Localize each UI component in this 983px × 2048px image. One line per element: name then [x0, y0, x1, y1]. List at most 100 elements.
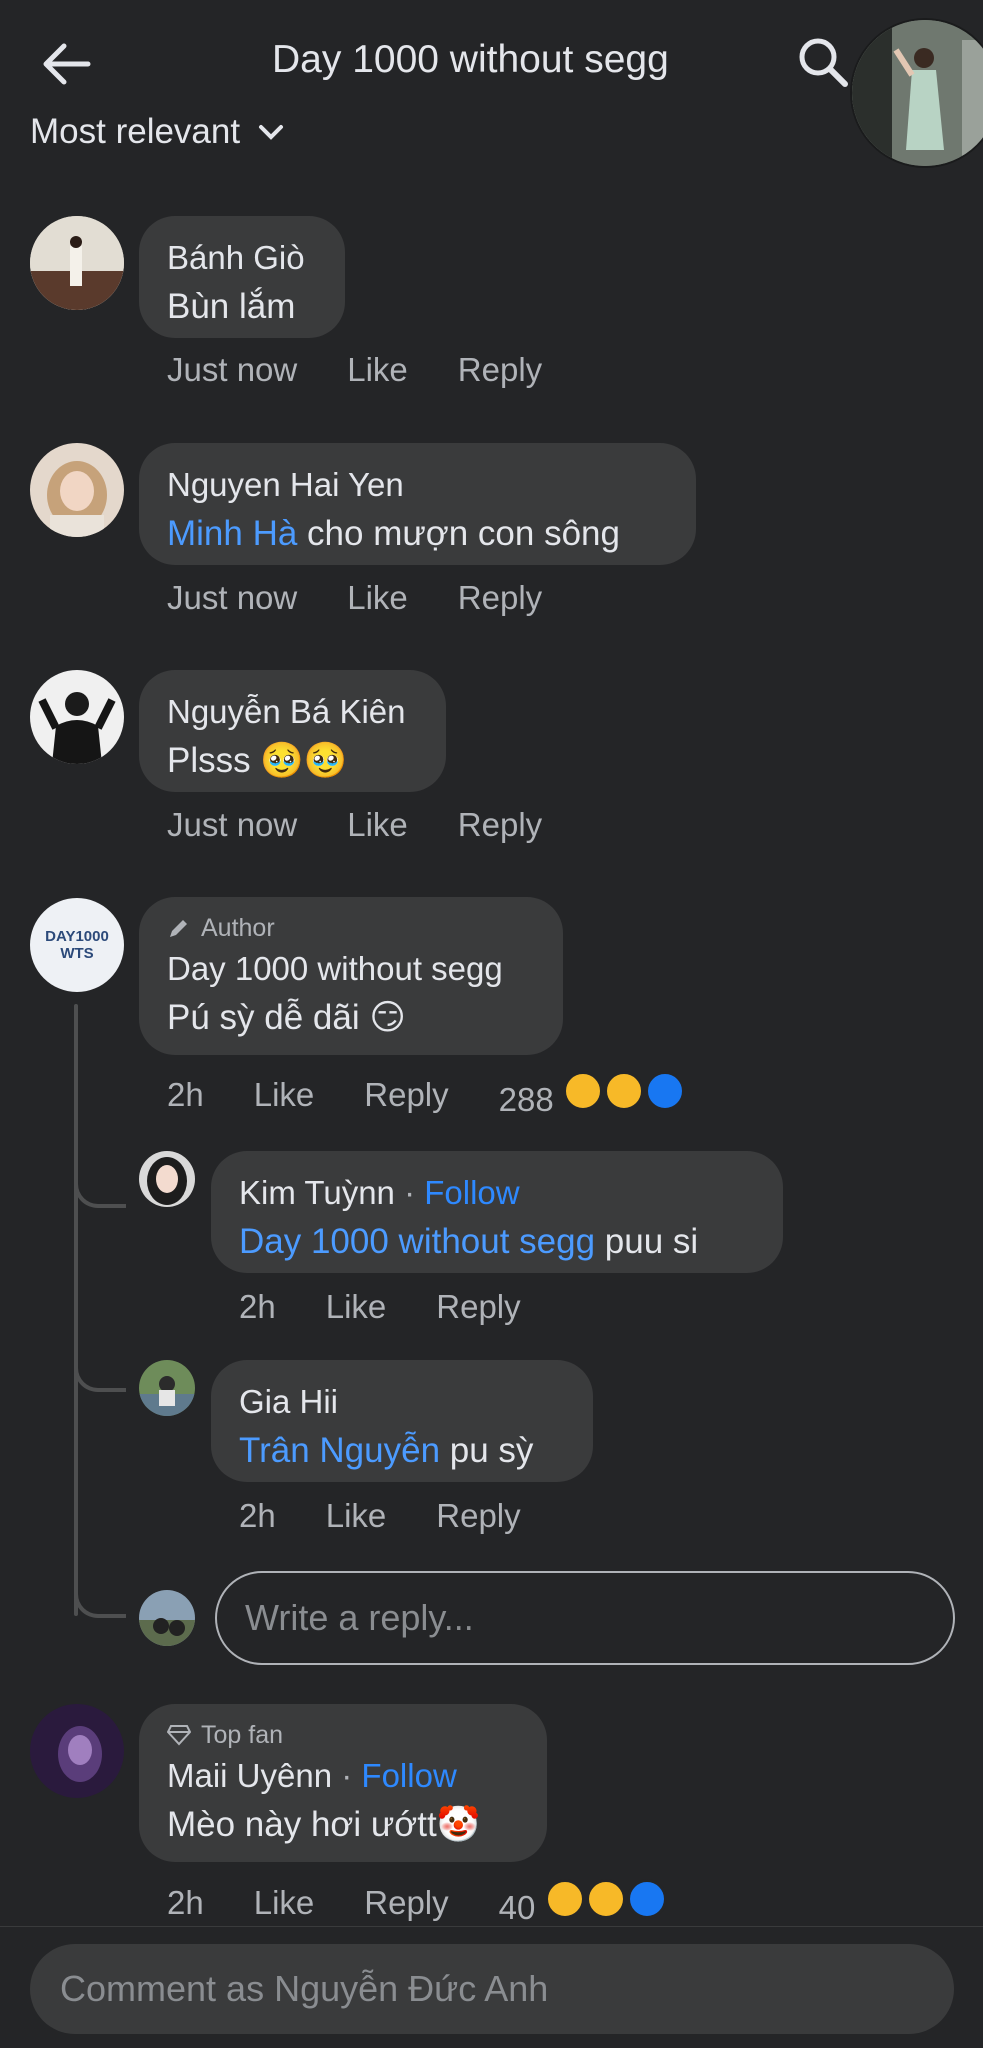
profile-avatar[interactable] — [850, 18, 983, 168]
mention-link[interactable]: Trân Nguyễn — [239, 1431, 440, 1470]
search-icon — [799, 38, 848, 87]
reactions[interactable]: 288 — [499, 1071, 686, 1119]
mention-link[interactable]: Day 1000 without segg — [239, 1222, 595, 1261]
comment-actions: 2h Like Reply 40 — [167, 1879, 667, 1927]
reactions[interactable]: 40 — [499, 1879, 667, 1927]
reply-time: 2h — [239, 1288, 276, 1325]
thread-branch — [74, 1586, 126, 1618]
back-button[interactable] — [36, 34, 96, 94]
like-button[interactable]: Like — [254, 1076, 315, 1114]
follow-button[interactable]: Follow — [424, 1174, 519, 1211]
replier-name-row: Kim Tuỳnn · Follow — [239, 1169, 755, 1217]
comment-bubble: Author Day 1000 without segg Pú sỳ dễ dã… — [139, 897, 563, 1055]
page-title: Day 1000 without segg — [272, 38, 669, 81]
my-avatar — [139, 1590, 195, 1646]
page-avatar[interactable]: DAY1000 WTS — [30, 898, 124, 992]
reply-text: Day 1000 without segg puu si — [239, 1217, 755, 1267]
comment-bubble: Top fan Maii Uyênn · Follow Mèo này hơi … — [139, 1704, 547, 1862]
sad-icon — [585, 1879, 626, 1919]
like-button[interactable]: Like — [254, 1884, 315, 1922]
reply-button[interactable]: Reply — [458, 579, 542, 617]
reply-button[interactable]: Reply — [458, 806, 542, 844]
reply-button[interactable]: Reply — [364, 1884, 448, 1922]
reply-text: Trân Nguyễn pu sỳ — [239, 1426, 565, 1476]
reply-body: puu si — [595, 1222, 699, 1261]
like-button[interactable]: Like — [347, 351, 408, 389]
avatar[interactable] — [30, 443, 124, 537]
comment-bubble: Nguyen Hai Yen Minh Hà cho mượn con sông — [139, 443, 696, 565]
reaction-count: 288 — [498, 1081, 554, 1118]
avatar[interactable] — [30, 216, 124, 310]
write-reply-input[interactable]: Write a reply... — [215, 1571, 955, 1665]
separator-dot: · — [341, 1757, 362, 1794]
comment-text: Mèo này hơi ướtt🤡 — [167, 1805, 481, 1844]
comment-text: Pú sỳ dễ dãi 😏 — [167, 998, 406, 1037]
avatar-text: DAY1000 — [45, 928, 109, 945]
reply-button[interactable]: Reply — [436, 1497, 520, 1535]
top-fan-badge: Top fan — [167, 1718, 519, 1752]
thread-branch — [74, 1362, 126, 1392]
reply-body: pu sỳ — [440, 1431, 534, 1470]
reply-button[interactable]: Reply — [364, 1076, 448, 1114]
avatar[interactable] — [139, 1151, 195, 1207]
sort-dropdown[interactable]: Most relevant — [30, 112, 284, 152]
avatar[interactable] — [139, 1360, 195, 1416]
reply-actions: 2h Like Reply — [239, 1288, 521, 1326]
badge-label: Top fan — [201, 1721, 284, 1749]
header: Day 1000 without segg — [0, 0, 983, 168]
like-button[interactable]: Like — [326, 1288, 387, 1326]
mention-link[interactable]: Minh Hà — [167, 514, 297, 553]
thread-branch — [74, 1178, 126, 1208]
reaction-count: 40 — [498, 1889, 536, 1926]
avatar-text: WTS — [60, 945, 94, 962]
reply-button[interactable]: Reply — [458, 351, 542, 389]
comment-time: 2h — [167, 1884, 204, 1921]
search-button[interactable] — [795, 34, 851, 90]
comment-time: Just now — [167, 579, 298, 616]
reply-button[interactable]: Reply — [436, 1288, 520, 1326]
sort-label: Most relevant — [30, 112, 241, 151]
like-button[interactable]: Like — [347, 806, 408, 844]
comment-actions: Just now Like Reply — [167, 351, 542, 389]
avatar[interactable] — [30, 670, 124, 764]
commenter-name[interactable]: Day 1000 without segg — [167, 945, 535, 993]
comments-page: Day 1000 without segg Most relevant Bánh… — [0, 0, 983, 2048]
replier-name[interactable]: Gia Hii — [239, 1378, 565, 1426]
profile-photo — [852, 20, 983, 166]
comment-bar: Comment as Nguyễn Đức Anh — [0, 1926, 983, 2048]
commenter-name[interactable]: Nguyen Hai Yen — [167, 461, 668, 509]
comment-input[interactable]: Comment as Nguyễn Đức Anh — [30, 1944, 954, 2034]
comment-time: Just now — [167, 806, 298, 843]
comment-time: 2h — [167, 1076, 204, 1113]
comment-actions: 2h Like Reply 288 — [167, 1071, 686, 1119]
author-badge: Author — [167, 911, 535, 945]
reply-bubble: Kim Tuỳnn · Follow Day 1000 without segg… — [211, 1151, 783, 1273]
avatar[interactable] — [30, 1704, 124, 1798]
reply-bubble: Gia Hii Trân Nguyễn pu sỳ — [211, 1360, 593, 1482]
like-button[interactable]: Like — [347, 579, 408, 617]
commenter-name[interactable]: Maii Uyênn — [167, 1757, 332, 1794]
follow-button[interactable]: Follow — [361, 1757, 456, 1794]
comment-bubble: Bánh Giò Bùn lắm — [139, 216, 345, 338]
like-button[interactable]: Like — [326, 1497, 387, 1535]
badge-label: Author — [201, 914, 275, 942]
diamond-icon — [167, 1725, 191, 1746]
thread-line — [74, 1004, 78, 1616]
haha-icon — [562, 1071, 603, 1111]
comment-actions: Just now Like Reply — [167, 579, 542, 617]
pencil-icon — [170, 920, 187, 937]
separator-dot: · — [404, 1174, 425, 1211]
commenter-name[interactable]: Nguyễn Bá Kiên — [167, 688, 418, 736]
replier-name[interactable]: Kim Tuỳnn — [239, 1174, 395, 1211]
sad-icon — [604, 1071, 645, 1111]
like-icon — [645, 1071, 686, 1111]
comment-text: Bùn lắm — [167, 287, 296, 326]
commenter-name[interactable]: Bánh Giò — [167, 234, 317, 282]
arrow-left-icon — [43, 43, 91, 85]
reply-time: 2h — [239, 1497, 276, 1534]
reply-actions: 2h Like Reply — [239, 1497, 521, 1535]
haha-icon — [544, 1879, 585, 1919]
chevron-down-icon — [259, 125, 284, 140]
comment-body: cho mượn con sông — [297, 514, 620, 553]
comment-text: Minh Hà cho mượn con sông — [167, 509, 668, 559]
